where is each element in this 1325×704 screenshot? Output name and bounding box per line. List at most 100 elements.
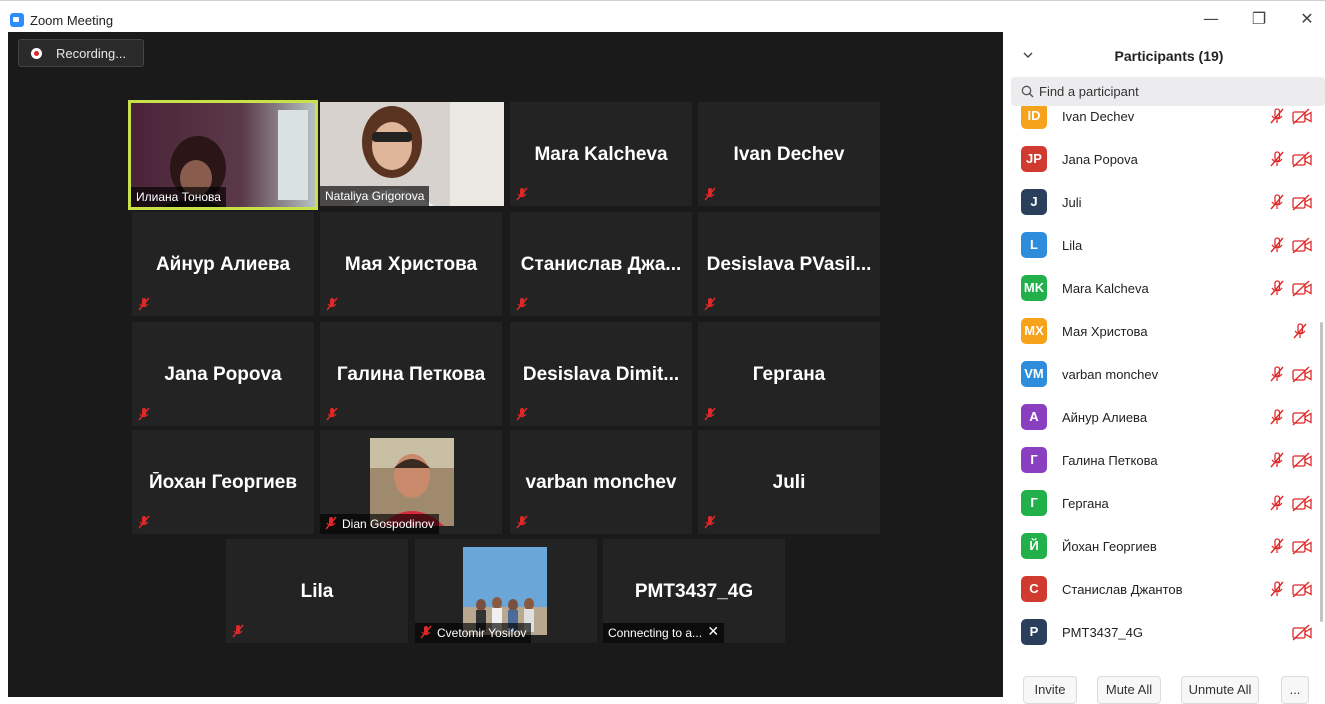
video-off-icon[interactable] [1291,409,1313,426]
participant-row[interactable]: VM varban monchev [1003,354,1325,397]
participant-tile[interactable]: Juli [698,430,880,534]
mic-muted-icon [704,187,716,201]
participant-tile[interactable]: Мая Христова [320,212,502,316]
participant-name: Desislava Dimit... [522,364,680,385]
participant-row[interactable]: J Juli [1003,182,1325,225]
video-off-icon[interactable] [1291,237,1313,254]
video-tile-dian[interactable]: Dian Gospodinov [320,430,502,534]
mic-muted-icon [516,407,528,421]
mic-muted-icon [704,297,716,311]
avatar: L [1021,232,1047,258]
participant-row[interactable]: MK Mara Kalcheva [1003,268,1325,311]
mic-muted-icon[interactable] [1268,365,1286,383]
search-input[interactable] [1039,82,1309,101]
invite-button[interactable]: Invite [1023,676,1077,704]
video-off-icon[interactable] [1291,194,1313,211]
participant-tile[interactable]: Йохан Георгиев [132,430,314,534]
participant-name: Гергана [1062,496,1109,511]
participant-name: Мая Христова [344,254,478,275]
participant-name: Jana Popova [164,364,282,385]
mic-muted-icon[interactable] [1268,193,1286,211]
more-button[interactable]: ... [1281,676,1309,704]
mic-muted-icon [326,297,338,311]
avatar: ID [1021,106,1047,129]
participant-tile[interactable]: Mara Kalcheva [510,102,692,206]
participant-name: Станислав Джантов [1062,582,1183,597]
video-off-icon[interactable] [1291,538,1313,555]
mic-muted-icon[interactable] [1268,408,1286,426]
mic-muted-icon [138,297,150,311]
restore-button[interactable]: ❐ [1244,8,1274,30]
participant-name: varban monchev [1062,367,1159,382]
mute-all-button[interactable]: Mute All [1097,676,1161,704]
participant-tile[interactable]: Lila [226,539,408,643]
participant-tile[interactable]: Станислав Джа... [510,212,692,316]
participant-name: Галина Петкова [336,364,486,385]
participant-tile[interactable]: Desislava Dimit... [510,322,692,426]
avatar: MK [1021,275,1047,301]
mic-muted-icon[interactable] [1268,150,1286,168]
mic-muted-icon[interactable] [1268,236,1286,254]
video-off-icon[interactable] [1291,624,1313,641]
tile-name-label: Илиана Тонова [131,187,226,207]
participant-tile-connecting[interactable]: PMT3437_4G Connecting to a... ✕ [603,539,785,643]
close-icon[interactable]: ✕ [707,624,719,640]
participant-name: Juli [772,472,806,493]
mic-muted-icon[interactable] [1268,279,1286,297]
participant-name: PMT3437_4G [634,581,754,602]
participant-row[interactable]: P PMT3437_4G [1003,612,1325,655]
avatar: MX [1021,318,1047,344]
unmute-all-button[interactable]: Unmute All [1181,676,1259,704]
mic-muted-icon[interactable] [1268,580,1286,598]
video-off-icon[interactable] [1291,581,1313,598]
mic-muted-icon[interactable] [1291,322,1309,340]
video-tile-iliana[interactable]: Илиана Тонова [128,100,318,210]
participant-tile[interactable]: Галина Петкова [320,322,502,426]
video-tile-nataliya[interactable]: Nataliya Grigorova [320,102,504,206]
recording-indicator[interactable]: Recording... [18,39,144,67]
avatar: С [1021,576,1047,602]
video-off-icon[interactable] [1291,452,1313,469]
participant-tile[interactable]: Айнур Алиева [132,212,314,316]
mic-muted-icon[interactable] [1268,537,1286,555]
participant-row[interactable]: A Айнур Алиева [1003,397,1325,440]
participant-tile[interactable]: Гергана [698,322,880,426]
participant-tile[interactable]: Ivan Dechev [698,102,880,206]
participant-row[interactable]: Г Гергана [1003,483,1325,526]
participant-row[interactable]: MX Мая Христова [1003,311,1325,354]
participant-row[interactable]: Г Галина Петкова [1003,440,1325,483]
participant-search[interactable] [1011,77,1325,106]
avatar: VM [1021,361,1047,387]
connecting-label: Connecting to a... [608,626,703,640]
video-off-icon[interactable] [1291,280,1313,297]
scrollbar[interactable] [1320,322,1323,622]
participant-name: Mara Kalcheva [1062,281,1149,296]
participant-tile[interactable]: varban monchev [510,430,692,534]
participant-row[interactable]: JP Jana Popova [1003,139,1325,182]
video-off-icon[interactable] [1291,108,1313,125]
video-off-icon[interactable] [1291,366,1313,383]
mic-muted-icon [138,515,150,529]
video-off-icon[interactable] [1291,151,1313,168]
record-icon [31,48,42,59]
mic-muted-icon[interactable] [1268,107,1286,125]
video-off-icon[interactable] [1291,495,1313,512]
participant-name: Мая Христова [1062,324,1148,339]
participant-row[interactable]: С Станислав Джантов [1003,569,1325,612]
video-tile-cvetomir[interactable]: Cvetomir Yosifov [415,539,597,643]
avatar: Г [1021,490,1047,516]
participant-row[interactable]: L Lila [1003,225,1325,268]
participant-row[interactable]: ID Ivan Dechev [1003,106,1325,139]
participant-video [463,547,547,635]
minimize-button[interactable]: — [1196,8,1226,30]
mic-muted-icon [232,624,244,638]
avatar: P [1021,619,1047,645]
participant-name: Lila [300,581,334,602]
participant-row[interactable]: Й Йохан Георгиев [1003,526,1325,569]
mic-muted-icon[interactable] [1268,494,1286,512]
mic-muted-icon[interactable] [1268,451,1286,469]
participant-name: Lila [1062,238,1083,253]
participant-tile[interactable]: Desislava PVasil... [698,212,880,316]
close-button[interactable]: ✕ [1292,8,1322,30]
participant-tile[interactable]: Jana Popova [132,322,314,426]
